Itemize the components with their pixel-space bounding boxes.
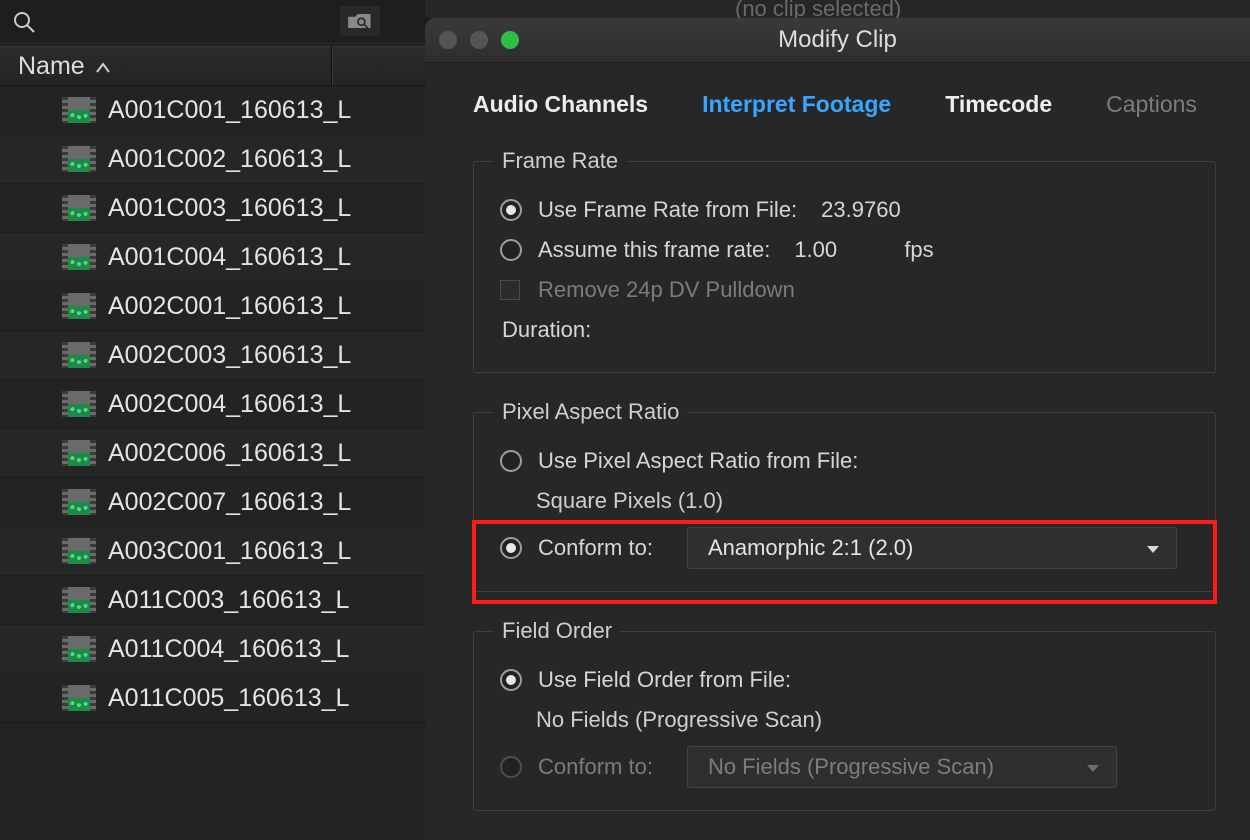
- bin-search-icon[interactable]: [340, 6, 380, 36]
- clip-row[interactable]: A002C001_160613_L: [0, 282, 425, 331]
- sort-ascending-icon: [95, 52, 111, 81]
- clip-row[interactable]: A001C003_160613_L: [0, 184, 425, 233]
- clip-name: A002C001_160613_L: [108, 292, 351, 321]
- clip-name: A011C005_160613_L: [108, 684, 349, 713]
- radio-icon[interactable]: [500, 537, 522, 559]
- dialog-tabbar: Audio Channels Interpret Footage Timecod…: [473, 91, 1216, 118]
- bin-column-header-name[interactable]: Name: [0, 46, 425, 86]
- par-conform-value: Anamorphic 2:1 (2.0): [708, 535, 913, 561]
- clip-name: A011C004_160613_L: [108, 635, 349, 664]
- par-conform-dropdown[interactable]: Anamorphic 2:1 (2.0): [687, 527, 1177, 569]
- clip-icon: [62, 391, 96, 417]
- clip-name: A003C001_160613_L: [108, 537, 351, 566]
- par-use-file-label: Use Pixel Aspect Ratio from File:: [538, 448, 858, 474]
- clip-icon: [62, 293, 96, 319]
- radio-icon[interactable]: [500, 756, 522, 778]
- field-order-conform-dropdown: No Fields (Progressive Scan): [687, 746, 1117, 788]
- clip-name: A002C006_160613_L: [108, 439, 351, 468]
- clip-row[interactable]: A002C003_160613_L: [0, 331, 425, 380]
- frame-rate-use-file-row[interactable]: Use Frame Rate from File: 23.9760: [500, 190, 1197, 230]
- tab-interpret-footage[interactable]: Interpret Footage: [702, 91, 891, 118]
- clip-name: A011C003_160613_L: [108, 586, 349, 615]
- tab-captions: Captions: [1106, 91, 1197, 118]
- frame-rate-use-file-value: 23.9760: [821, 197, 901, 223]
- clip-row[interactable]: A002C006_160613_L: [0, 429, 425, 478]
- clip-row[interactable]: A011C005_160613_L: [0, 674, 425, 723]
- clip-row[interactable]: A001C004_160613_L: [0, 233, 425, 282]
- clip-row[interactable]: A001C002_160613_L: [0, 135, 425, 184]
- clip-row[interactable]: A002C007_160613_L: [0, 478, 425, 527]
- duration-row: Duration:: [500, 310, 1197, 350]
- clip-row[interactable]: A011C003_160613_L: [0, 576, 425, 625]
- clip-list: A001C001_160613_L A001C002_160613_L A001…: [0, 86, 425, 723]
- par-legend: Pixel Aspect Ratio: [494, 399, 687, 425]
- clip-icon: [62, 97, 96, 123]
- clip-row[interactable]: A001C001_160613_L: [0, 86, 425, 135]
- clip-name: A001C004_160613_L: [108, 243, 351, 272]
- clip-icon: [62, 538, 96, 564]
- par-use-file-row[interactable]: Use Pixel Aspect Ratio from File:: [500, 441, 1197, 481]
- clip-icon: [62, 342, 96, 368]
- par-use-file-value-row: Square Pixels (1.0): [500, 481, 1197, 521]
- remove-pulldown-label: Remove 24p DV Pulldown: [538, 277, 795, 303]
- clip-icon: [62, 146, 96, 172]
- field-order-conform-row[interactable]: Conform to: No Fields (Progressive Scan): [500, 746, 1197, 788]
- field-order-use-file-row[interactable]: Use Field Order from File:: [500, 660, 1197, 700]
- frame-rate-assume-label: Assume this frame rate:: [538, 237, 770, 263]
- pixel-aspect-ratio-group: Pixel Aspect Ratio Use Pixel Aspect Rati…: [473, 399, 1216, 592]
- dialog-body: Audio Channels Interpret Footage Timecod…: [425, 63, 1250, 840]
- radio-icon[interactable]: [500, 669, 522, 691]
- search-strip: [0, 0, 425, 42]
- field-order-legend: Field Order: [494, 618, 620, 644]
- par-conform-label: Conform to:: [538, 535, 653, 561]
- duration-label: Duration:: [502, 317, 591, 343]
- tab-timecode[interactable]: Timecode: [945, 91, 1052, 118]
- clip-name: A002C004_160613_L: [108, 390, 351, 419]
- par-use-file-value: Square Pixels (1.0): [536, 488, 723, 514]
- bin-column-header-label: Name: [18, 52, 85, 81]
- checkbox-icon: [500, 280, 520, 300]
- clip-icon: [62, 636, 96, 662]
- remove-pulldown-row: Remove 24p DV Pulldown: [500, 270, 1197, 310]
- radio-icon[interactable]: [500, 239, 522, 261]
- chevron-down-icon: [1146, 535, 1160, 561]
- frame-rate-assume-value[interactable]: 1.00: [780, 233, 876, 268]
- field-order-use-file-label: Use Field Order from File:: [538, 667, 791, 693]
- chevron-down-icon: [1086, 754, 1100, 780]
- clip-name: A001C001_160613_L: [108, 96, 351, 125]
- clip-name: A001C003_160613_L: [108, 194, 351, 223]
- clip-icon: [62, 489, 96, 515]
- dialog-title: Modify Clip: [425, 26, 1250, 54]
- frame-rate-use-file-label: Use Frame Rate from File:: [538, 197, 797, 223]
- radio-icon[interactable]: [500, 450, 522, 472]
- clip-icon: [62, 587, 96, 613]
- clip-icon: [62, 685, 96, 711]
- modify-clip-dialog: Modify Clip Audio Channels Interpret Foo…: [425, 18, 1250, 840]
- clip-row[interactable]: A003C001_160613_L: [0, 527, 425, 576]
- clip-name: A002C007_160613_L: [108, 488, 351, 517]
- project-bin-panel: Name A001C001_160613_L A001C002_160613_L…: [0, 0, 425, 840]
- par-conform-row[interactable]: Conform to: Anamorphic 2:1 (2.0): [500, 527, 1197, 569]
- clip-row[interactable]: A002C004_160613_L: [0, 380, 425, 429]
- field-order-conform-label: Conform to:: [538, 754, 653, 780]
- clip-icon: [62, 195, 96, 221]
- clip-icon: [62, 440, 96, 466]
- clip-icon: [62, 244, 96, 270]
- frame-rate-group: Frame Rate Use Frame Rate from File: 23.…: [473, 148, 1216, 373]
- radio-icon[interactable]: [500, 199, 522, 221]
- tab-audio-channels[interactable]: Audio Channels: [473, 91, 648, 118]
- column-divider[interactable]: [331, 46, 332, 86]
- frame-rate-legend: Frame Rate: [494, 148, 626, 174]
- frame-rate-assume-row[interactable]: Assume this frame rate: 1.00 fps: [500, 230, 1197, 270]
- clip-name: A001C002_160613_L: [108, 145, 351, 174]
- clip-row[interactable]: A011C004_160613_L: [0, 625, 425, 674]
- field-order-use-file-value-row: No Fields (Progressive Scan): [500, 700, 1197, 740]
- dialog-titlebar[interactable]: Modify Clip: [425, 18, 1250, 63]
- frame-rate-assume-unit: fps: [904, 237, 933, 263]
- field-order-use-file-value: No Fields (Progressive Scan): [536, 707, 822, 733]
- field-order-conform-value: No Fields (Progressive Scan): [708, 754, 994, 780]
- clip-name: A002C003_160613_L: [108, 341, 351, 370]
- search-icon[interactable]: [10, 8, 38, 36]
- field-order-group: Field Order Use Field Order from File: N…: [473, 618, 1216, 811]
